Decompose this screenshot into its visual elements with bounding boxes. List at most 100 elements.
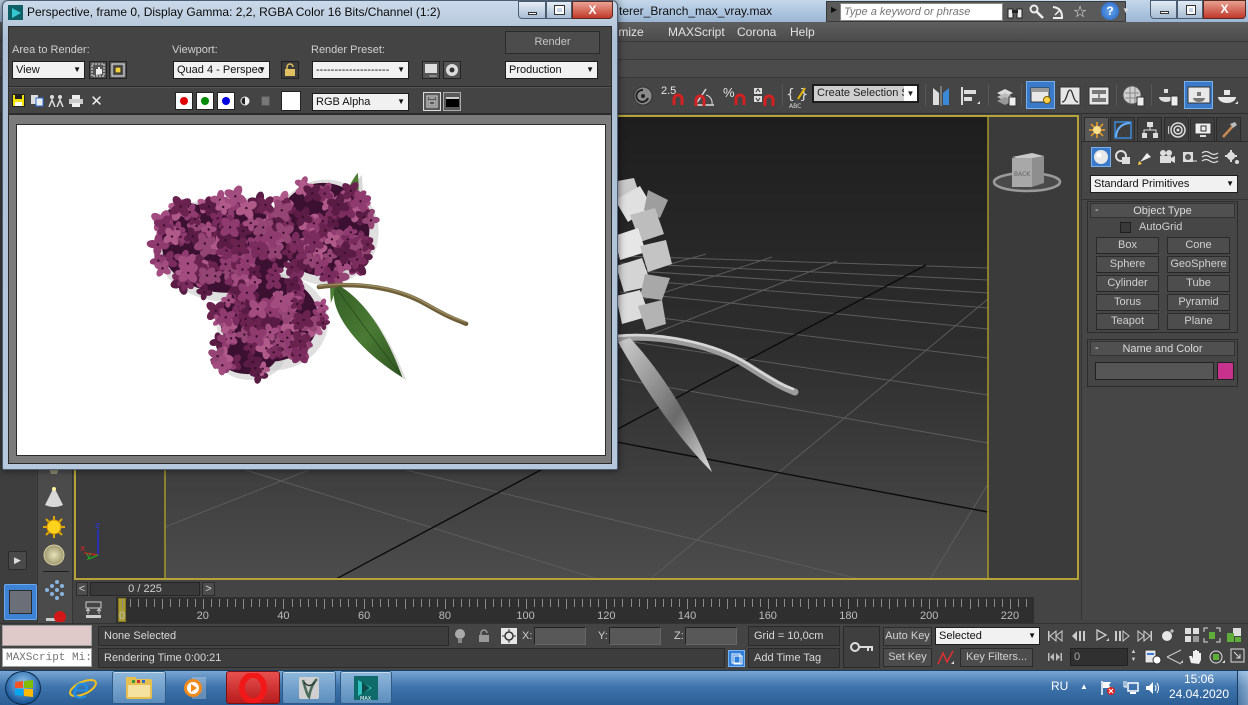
edit-region-icon[interactable] [89,61,107,79]
monochrome-toggle-icon[interactable] [238,94,252,108]
menu-maxscript[interactable]: MAXScript [668,25,725,39]
clone-window-icon[interactable] [48,93,64,108]
autogrid-checkbox[interactable] [1120,222,1131,233]
maxscript-mini-listener[interactable] [2,648,92,667]
current-frame-input[interactable] [1070,648,1128,666]
green-channel-toggle[interactable] [196,92,214,110]
spotlight-icon[interactable] [42,485,66,509]
blue-channel-toggle[interactable] [217,92,235,110]
create-box-button[interactable]: Box [1096,237,1159,254]
layer-manager-icon[interactable] [994,85,1018,107]
auto-key-button[interactable]: Auto Key [883,627,932,646]
time-configuration-icon[interactable] [1144,649,1162,665]
render-minimize-button[interactable] [518,1,546,19]
object-name-input[interactable] [1095,362,1214,380]
tab-motion[interactable] [1164,117,1189,141]
selection-lock-icon[interactable] [477,627,491,645]
tab-utilities[interactable] [1216,117,1241,141]
render-setup-small-icon[interactable] [422,61,440,79]
key-tool-icon[interactable] [1028,3,1046,20]
create-sphere-button[interactable]: Sphere [1096,256,1159,273]
render-mode-dropdown[interactable]: Production ▼ [505,61,598,79]
sun-light-icon[interactable] [42,515,66,539]
tab-hierarchy[interactable] [1137,117,1162,141]
search-expand-arrow[interactable]: ▶ [831,5,837,14]
volume-icon[interactable] [1143,679,1161,697]
curve-editor-toggle-icon[interactable] [84,600,104,620]
primitive-category-dropdown[interactable]: Standard Primitives ▼ [1090,175,1238,193]
snaps-toggle-icon[interactable] [632,85,654,107]
zoom-extents-all-icon[interactable] [1225,627,1243,643]
create-pyramid-button[interactable]: Pyramid [1167,294,1230,311]
time-tag-icon[interactable] [728,650,745,667]
binoculars-icon[interactable] [1006,3,1024,20]
red-channel-toggle[interactable] [175,92,193,110]
key-filters-button[interactable]: Key Filters... [960,648,1033,667]
area-to-render-dropdown[interactable]: View ▼ [12,61,85,79]
spinner-snap-button[interactable] [752,85,778,107]
favorites-star-icon[interactable]: ☆ [1071,2,1089,21]
search-input[interactable] [840,3,1003,21]
lights-category-button[interactable] [1135,147,1155,167]
play-icon[interactable] [1093,628,1111,644]
create-cylinder-button[interactable]: Cylinder [1096,275,1159,292]
time-slider[interactable]: 0 / 225 [90,582,200,596]
add-time-tag-button[interactable]: Add Time Tag [748,648,840,668]
taskbar-file-explorer[interactable] [112,671,166,704]
x-coordinate-input[interactable] [534,627,586,645]
create-plane-button[interactable]: Plane [1167,313,1230,330]
schematic-view-icon[interactable] [1087,85,1111,107]
curve-editor-icon[interactable] [1058,85,1082,107]
set-key-big-button[interactable] [843,626,880,668]
background-color-swatch[interactable] [281,91,301,111]
render-button[interactable]: Render [505,31,600,54]
render-preset-dropdown[interactable]: -------------------- ▼ [312,61,409,79]
align-icon[interactable] [958,85,982,107]
create-torus-button[interactable]: Torus [1096,294,1159,311]
edit-named-selection-icon[interactable]: { } ABC [786,85,808,110]
system-clock[interactable]: 15:06 24.04.2020 [1166,672,1232,704]
taskbar-internet-explorer[interactable]: e [62,671,104,704]
create-teapot-button[interactable]: Teapot [1096,313,1159,330]
environment-effects-icon[interactable] [443,61,461,79]
geometry-category-button[interactable] [1091,147,1111,167]
channel-display-dropdown[interactable]: RGB Alpha ▼ [312,93,409,111]
name-and-color-rollout-header[interactable]: - Name and Color [1090,341,1235,356]
zoom-all-icon[interactable] [1183,627,1201,643]
alpha-channel-toggle[interactable] [258,94,272,108]
create-cone-button[interactable]: Cone [1167,237,1230,254]
default-tangents-icon[interactable] [936,649,956,667]
taskbar-app[interactable] [282,671,336,704]
create-geosphere-button[interactable]: GeoSphere [1167,256,1230,273]
isolate-bulb-icon[interactable] [453,627,467,645]
taskbar-3ds-max[interactable]: MAX [340,671,392,704]
network-icon[interactable] [1122,679,1140,697]
next-frame-slider-button[interactable]: > [202,582,215,596]
maximize-viewport-icon[interactable] [1229,648,1247,664]
expand-panel-button[interactable]: ▶ [8,551,27,570]
toggle-ui-overlay-icon[interactable] [423,92,441,111]
satellite-icon[interactable] [1049,3,1067,20]
taskbar-opera[interactable] [226,671,280,704]
lock-viewport-icon[interactable] [281,61,299,79]
mirror-icon[interactable] [930,85,952,107]
viewport-layout-button[interactable] [4,584,37,620]
clear-image-icon[interactable]: ✕ [89,92,104,110]
next-frame-icon[interactable] [1113,628,1131,644]
rendered-frame-window-icon[interactable] [1184,81,1213,109]
shapes-category-button[interactable] [1113,147,1133,167]
orbit-icon[interactable] [1207,648,1225,664]
render-maximize-button[interactable] [546,1,572,19]
copy-image-icon[interactable] [29,93,44,108]
scene-explorer-icon[interactable] [1026,81,1055,109]
pan-hand-icon[interactable] [1187,648,1205,664]
app-restore-button[interactable] [1177,0,1203,19]
z-coordinate-input[interactable] [685,627,737,645]
show-desktop-button[interactable] [1237,671,1248,705]
previous-frame-icon[interactable] [1070,628,1088,644]
viewport-dropdown[interactable]: Quad 4 - Perspec ▼ [173,61,270,79]
space-warps-category-button[interactable] [1200,147,1220,167]
material-editor-icon[interactable] [1121,85,1147,107]
angle-snap-button[interactable] [692,85,718,107]
track-bar[interactable]: 0 20 40 60 80 100 120 140 160 180 200 220 [116,597,1034,623]
